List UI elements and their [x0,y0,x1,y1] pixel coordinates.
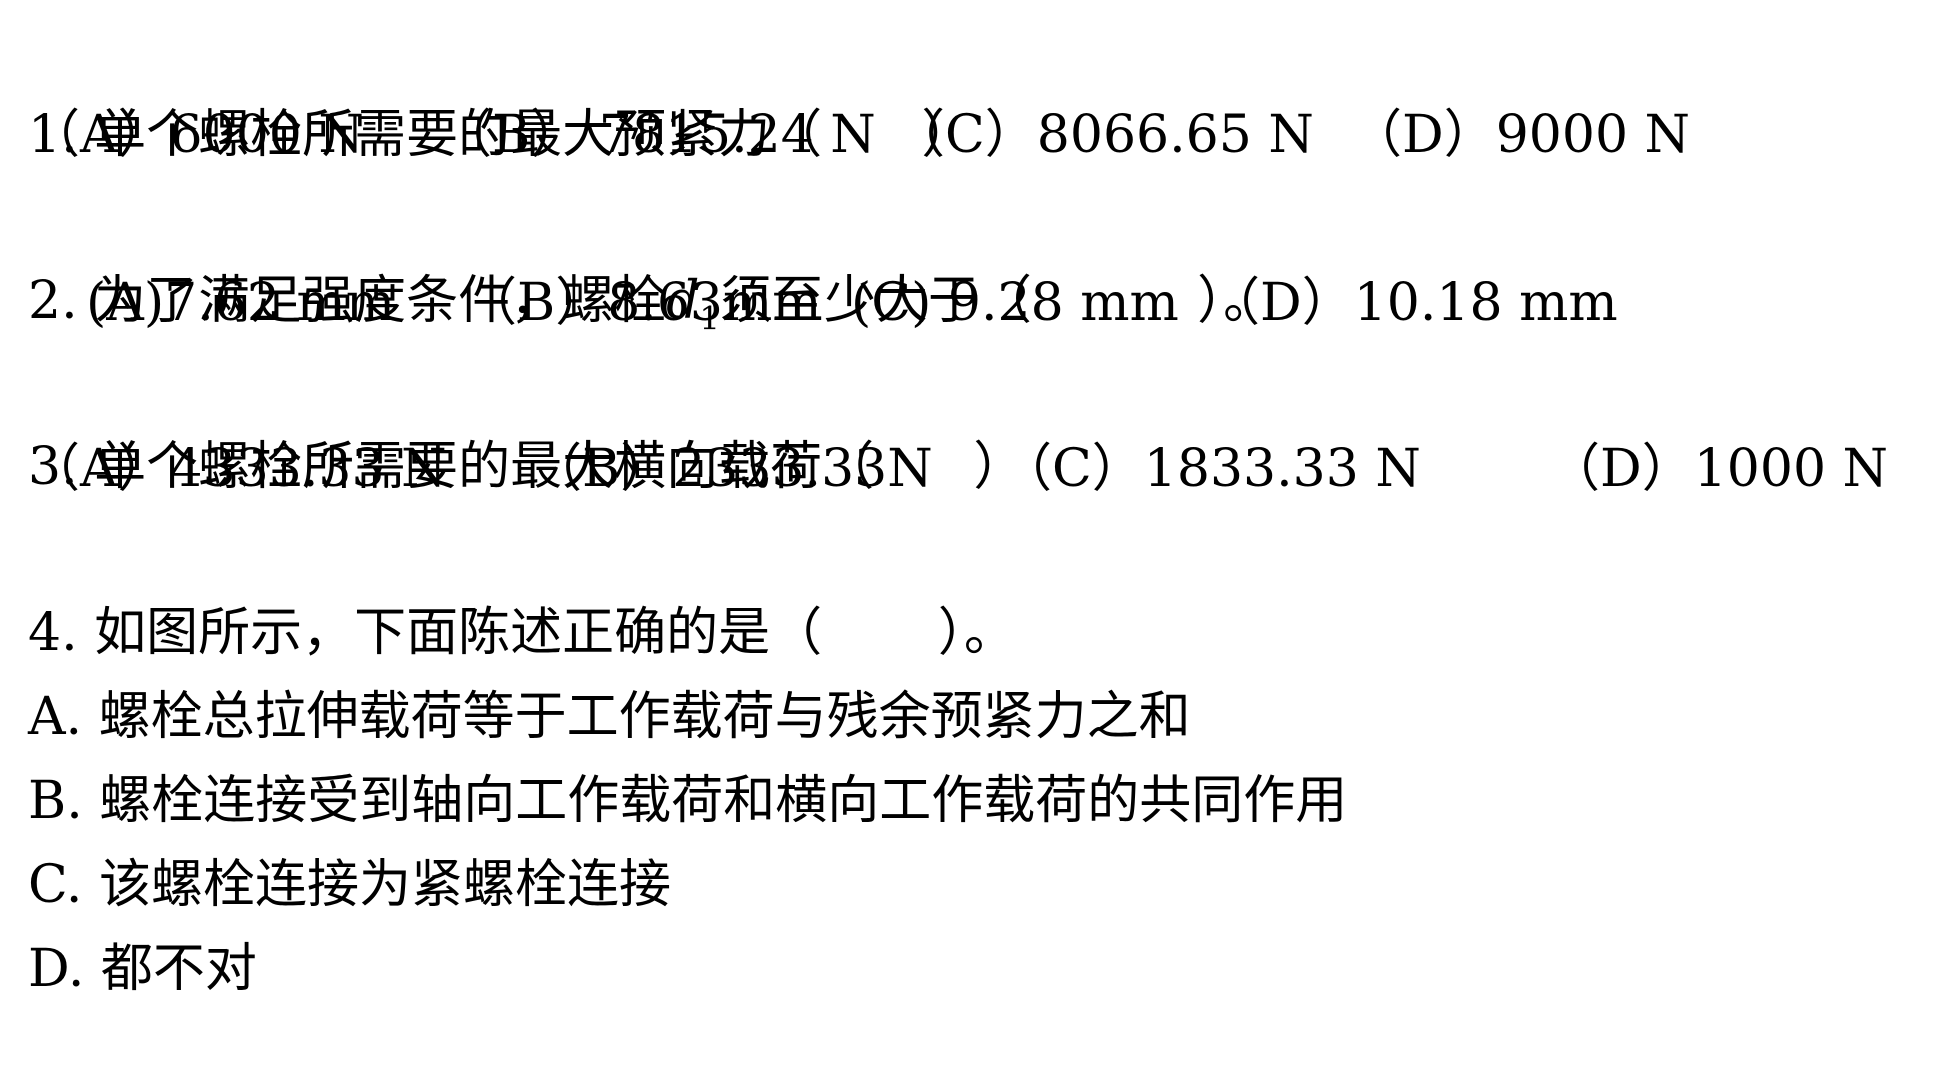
q4-option-b-line: B. 螺栓连接受到轴向工作载荷和横向工作载荷的共同作用 [0,678,1347,831]
q4-option-d: D. 都不对 [28,939,257,999]
q4-stem-line: 4. 如图所示，下面陈述正确的是（ ）。 [0,510,1016,663]
q1-stem-line: 1. 单个螺栓所需要的最大预紧力（ ） [0,12,973,165]
q4-option-c-line: C. 该螺栓连接为紧螺栓连接 [0,762,671,915]
q2-option-b: （B）8.63mm [465,273,822,333]
q3-option-a: （A）4333.33 N [28,439,447,499]
q3-option-c: （C）1833.33 N [1000,439,1421,499]
q3-stem-line: 3. 单个螺栓所需要的最大横向载荷（ ） [0,344,1025,497]
q1-options-line: （A）6000 N （B） 7815.24 N （C）8066.65 N （D）… [0,94,1941,176]
q4-stem: 4. 如图所示，下面陈述正确的是（ ）。 [28,603,1016,663]
q4-option-b: B. 螺栓连接受到轴向工作载荷和横向工作载荷的共同作用 [28,771,1348,831]
q1-option-c: （C）8066.65 N [893,105,1314,165]
q4-option-d-line: D. 都不对 [0,846,257,999]
q2-options-line: (A)7.62 mm （B）8.63mm (C) 9.28 mm （D）10.1… [0,262,1941,344]
q3-options-line: （A）4333.33 N （B）2333.33N （C）1833.33 N （D… [0,428,1941,510]
q3-option-d: （D）1000 N [1548,439,1889,499]
q2-option-d: （D）10.18 mm [1208,273,1618,333]
q2-option-c: (C) 9.28 mm [851,273,1179,333]
q1-option-d: （D）9000 N [1350,105,1691,165]
q2-option-a: (A)7.62 mm [86,273,396,333]
q3-option-b: （B）2333.33N [530,439,933,499]
q4-option-a: A. 螺栓总拉伸载荷等于工作载荷与残余预紧力之和 [28,687,1191,747]
q1-option-a: （A）6000 N [28,105,364,165]
q2-stem-line: 2. 为了满足强度条件，螺栓d1须至少大于（ ）。 [0,178,1275,334]
q1-option-b: （B） 7815.24 N [440,105,876,165]
q4-option-c: C. 该螺栓连接为紧螺栓连接 [28,855,671,915]
q4-option-a-line: A. 螺栓总拉伸载荷等于工作载荷与残余预紧力之和 [0,594,1191,747]
